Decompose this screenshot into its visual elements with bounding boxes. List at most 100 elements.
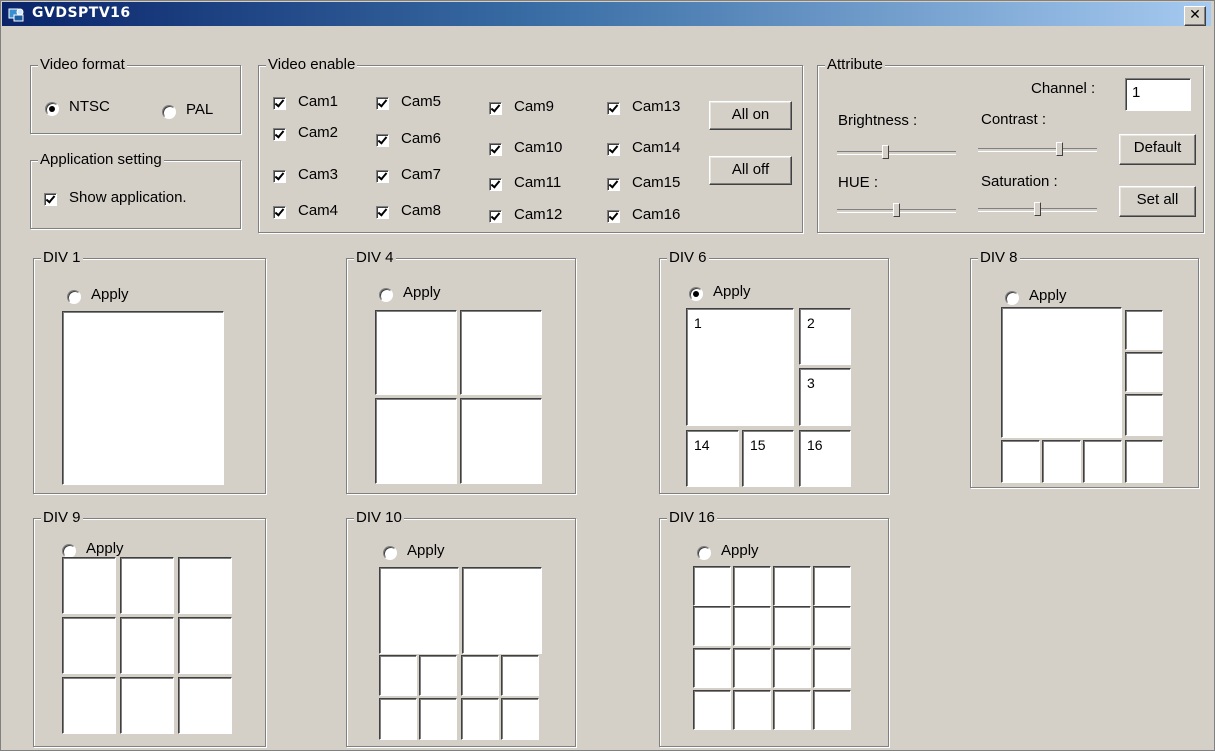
layout-cell [1125, 310, 1163, 350]
close-icon: ✕ [1189, 7, 1201, 23]
layout-cell [813, 566, 851, 606]
cam-label-9[interactable]: Cam9 [514, 98, 554, 116]
cam-label-7[interactable]: Cam7 [401, 166, 441, 184]
apply-radio[interactable] [697, 546, 711, 560]
layout-cell [1125, 394, 1163, 436]
apply-label[interactable]: Apply [713, 283, 751, 301]
cam-checkbox-15[interactable] [607, 178, 620, 191]
apply-label[interactable]: Apply [1029, 287, 1067, 305]
cam-checkbox-11[interactable] [489, 178, 502, 191]
layout-cell [120, 557, 174, 614]
cam-checkbox-9[interactable] [489, 102, 502, 115]
layout-cell [773, 566, 811, 606]
apply-radio[interactable] [67, 290, 81, 304]
channel-label: Channel : [1031, 80, 1096, 97]
layout-cell: 1 [686, 308, 794, 426]
cam-checkbox-7[interactable] [376, 170, 389, 183]
all-on-button[interactable]: All on [709, 101, 792, 130]
cam-label-1[interactable]: Cam1 [298, 93, 338, 111]
cam-label-13[interactable]: Cam13 [632, 98, 680, 116]
apply-radio[interactable] [1005, 291, 1019, 305]
cell-number: 1 [694, 315, 702, 331]
application-setting-legend: Application setting [38, 151, 164, 169]
contrast-slider-track[interactable] [978, 148, 1097, 152]
layout-cell [62, 311, 224, 485]
ntsc-label[interactable]: NTSC [69, 98, 110, 116]
division-legend: DIV 8 [978, 249, 1020, 267]
video-enable-legend: Video enable [266, 56, 358, 74]
layout-cell [62, 677, 116, 734]
apply-label[interactable]: Apply [721, 542, 759, 560]
cam-label-2[interactable]: Cam2 [298, 124, 338, 142]
cam-label-3[interactable]: Cam3 [298, 166, 338, 184]
cam-checkbox-16[interactable] [607, 210, 620, 223]
layout-cell [773, 690, 811, 730]
layout-cell [379, 655, 417, 696]
title-bar[interactable]: GVDSPTV16 ✕ [2, 2, 1211, 26]
apply-label[interactable]: Apply [91, 286, 129, 304]
default-button[interactable]: Default [1119, 134, 1196, 165]
cam-checkbox-6[interactable] [376, 134, 389, 147]
cam-label-6[interactable]: Cam6 [401, 130, 441, 148]
pal-label[interactable]: PAL [186, 101, 213, 119]
cam-label-10[interactable]: Cam10 [514, 139, 562, 157]
channel-input[interactable]: 1 [1125, 78, 1191, 111]
cam-checkbox-5[interactable] [376, 97, 389, 110]
cam-checkbox-13[interactable] [607, 102, 620, 115]
apply-radio[interactable] [689, 287, 703, 301]
video-format-group: Video format [30, 56, 241, 134]
layout-cell [120, 617, 174, 674]
layout-cell [1001, 307, 1122, 438]
cam-checkbox-3[interactable] [273, 170, 286, 183]
cam-label-16[interactable]: Cam16 [632, 206, 680, 224]
apply-label[interactable]: Apply [86, 540, 124, 558]
ntsc-radio[interactable] [45, 102, 59, 116]
cam-checkbox-8[interactable] [376, 206, 389, 219]
division-legend: DIV 16 [667, 509, 717, 527]
show-application-label[interactable]: Show application. [69, 189, 187, 207]
division-legend: DIV 1 [41, 249, 83, 267]
division-legend: DIV 6 [667, 249, 709, 267]
hue-slider-thumb[interactable] [893, 203, 900, 217]
layout-cell [1001, 440, 1040, 483]
apply-label[interactable]: Apply [407, 542, 445, 560]
cam-label-4[interactable]: Cam4 [298, 202, 338, 220]
layout-cell [733, 566, 771, 606]
show-application-checkbox[interactable] [44, 193, 57, 206]
brightness-slider-thumb[interactable] [882, 145, 889, 159]
cam-checkbox-1[interactable] [273, 97, 286, 110]
cam-label-14[interactable]: Cam14 [632, 139, 680, 157]
brightness-label: Brightness : [838, 112, 918, 129]
layout-cell [773, 606, 811, 646]
cam-checkbox-14[interactable] [607, 143, 620, 156]
cam-label-11[interactable]: Cam11 [514, 174, 561, 192]
set-all-button[interactable]: Set all [1119, 186, 1196, 217]
all-off-button[interactable]: All off [709, 156, 792, 185]
cam-checkbox-12[interactable] [489, 210, 502, 223]
layout-cell [460, 310, 542, 395]
apply-radio[interactable] [62, 544, 76, 558]
pal-radio[interactable] [162, 105, 176, 119]
cam-label-12[interactable]: Cam12 [514, 206, 562, 224]
close-button[interactable]: ✕ [1184, 6, 1206, 26]
layout-cell [62, 557, 116, 614]
layout-cell: 3 [799, 368, 851, 426]
apply-label[interactable]: Apply [403, 284, 441, 302]
cam-label-5[interactable]: Cam5 [401, 93, 441, 111]
layout-cell [733, 648, 771, 688]
saturation-slider-thumb[interactable] [1034, 202, 1041, 216]
layout-cell [693, 690, 731, 730]
apply-radio[interactable] [379, 288, 393, 302]
cam-label-8[interactable]: Cam8 [401, 202, 441, 220]
cam-checkbox-10[interactable] [489, 143, 502, 156]
apply-radio[interactable] [383, 546, 397, 560]
layout-cell: 15 [742, 430, 794, 487]
layout-cell: 14 [686, 430, 739, 487]
layout-cell: 2 [799, 308, 851, 365]
cam-checkbox-4[interactable] [273, 206, 286, 219]
layout-cell [733, 690, 771, 730]
cam-checkbox-2[interactable] [273, 128, 286, 141]
brightness-slider-track[interactable] [837, 151, 956, 155]
contrast-slider-thumb[interactable] [1056, 142, 1063, 156]
cam-label-15[interactable]: Cam15 [632, 174, 680, 192]
